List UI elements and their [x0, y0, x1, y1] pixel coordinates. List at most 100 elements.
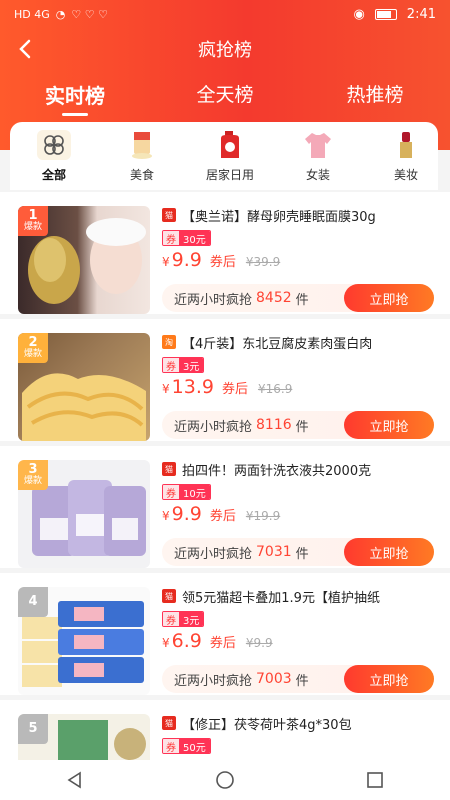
after-coupon-label: 券后 [209, 635, 236, 651]
buy-now-button[interactable]: 立即抢 [344, 284, 434, 312]
product-info: 猫 领5元猫超卡叠加1.9元【植护抽纸 券 3元 ¥ 6.9 券后 ¥9.9 近… [162, 587, 440, 695]
buy-row: 近两小时疯抢 7031 件 立即抢 [162, 538, 434, 566]
currency: ¥ [162, 508, 170, 523]
clothing-icon [301, 130, 335, 160]
tmall-icon: 猫 [162, 589, 176, 603]
price-row: ¥ 9.9 券后 ¥39.9 [162, 249, 440, 271]
hot-unit: 件 [295, 419, 309, 435]
rank-number: 4 [28, 593, 38, 609]
hot-label: 近两小时疯抢 [174, 673, 253, 689]
hot-unit: 件 [295, 292, 309, 308]
list-item[interactable]: 2 爆款 淘 【4斤装】东北豆腐皮素肉蛋白肉 券 3元 ¥ 13.9 券后 ¥1… [0, 319, 450, 441]
buy-now-button[interactable]: 立即抢 [344, 665, 434, 693]
product-info: 淘 【4斤装】东北豆腐皮素肉蛋白肉 券 3元 ¥ 13.9 券后 ¥16.9 近… [162, 333, 440, 441]
coupon-badge: 券 10元 [162, 484, 211, 500]
product-info: 猫 【奥兰诺】酵母卵壳睡眠面膜30g 券 30元 ¥ 9.9 券后 ¥39.9 … [162, 206, 440, 314]
category-home[interactable]: 居家日用 [186, 122, 274, 190]
system-home-button[interactable] [205, 765, 245, 795]
product-title-text: 拍四件！两面针洗衣液共2000克 [182, 463, 372, 479]
list-item[interactable]: 3 爆款 猫 拍四件！两面针洗衣液共2000克 券 10元 ¥ 9.9 券后 ¥… [0, 446, 450, 568]
rank-tabs: 实时榜 全天榜 热推榜 [0, 72, 450, 120]
product-title-text: 【奥兰诺】酵母卵壳睡眠面膜30g [182, 209, 376, 225]
after-coupon-label: 券后 [209, 254, 236, 270]
rank-tag: 爆款 [23, 349, 42, 360]
hot-label: 近两小时疯抢 [174, 419, 253, 435]
eye-icon: ◉ [353, 6, 365, 22]
tmall-icon: 猫 [162, 716, 176, 730]
list-item[interactable]: 4 猫 领5元猫超卡叠加1.9元【植护抽纸 券 3元 ¥ 6.9 券后 ¥9.9… [0, 573, 450, 695]
product-image: 1 爆款 [18, 206, 150, 314]
price-row: ¥ 6.9 券后 ¥9.9 [162, 630, 440, 652]
buy-row: 近两小时疯抢 8452 件 立即抢 [162, 284, 434, 312]
hot-count: 8452 [256, 290, 292, 306]
tmall-icon: 猫 [162, 462, 176, 476]
rank-tag: 爆款 [23, 222, 42, 233]
coupon-value: 30元 [179, 231, 210, 245]
clock: 2:41 [406, 6, 436, 22]
coupon-value: 3元 [179, 612, 204, 626]
buy-now-button[interactable]: 立即抢 [344, 538, 434, 566]
original-price: ¥19.9 [245, 508, 281, 523]
status-bar: HD 4G ◔ ♡ ♡ ♡ ◉ 2:41 [0, 0, 450, 28]
network-indicator: HD 4G [14, 7, 50, 21]
buy-row: 近两小时疯抢 7003 件 立即抢 [162, 665, 434, 693]
coupon-label: 券 [163, 358, 179, 372]
coupon-badge: 券 3元 [162, 611, 205, 627]
category-label: 全部 [41, 168, 66, 182]
original-price: ¥39.9 [245, 254, 281, 269]
list-item[interactable]: 5 猫 【修正】茯苓荷叶茶4g*30包 券 50元 [0, 700, 450, 760]
hot-label: 近两小时疯抢 [174, 292, 253, 308]
product-image: 3 爆款 [18, 460, 150, 568]
rank-badge: 1 爆款 [18, 206, 48, 236]
rank-number: 5 [28, 720, 38, 736]
category-all[interactable]: 全部 [10, 122, 98, 190]
product-title: 猫 【修正】茯苓荷叶茶4g*30包 [162, 714, 440, 732]
coupon-label: 券 [163, 612, 179, 626]
tmall-icon: 猫 [162, 208, 176, 222]
category-beauty[interactable]: 美妆 [362, 122, 438, 190]
tab-realtime[interactable]: 实时榜 [0, 72, 150, 120]
category-label: 美食 [129, 168, 154, 182]
after-coupon-label: 券后 [221, 381, 248, 397]
hot-unit: 件 [295, 673, 309, 689]
buy-now-button[interactable]: 立即抢 [344, 411, 434, 439]
currency: ¥ [162, 254, 170, 269]
tab-label: 全天榜 [196, 84, 254, 106]
lipstick-icon [389, 130, 423, 160]
back-button[interactable] [18, 32, 48, 66]
price: 13.9 [171, 375, 214, 398]
product-image: 2 爆款 [18, 333, 150, 441]
coupon-badge: 券 30元 [162, 230, 211, 246]
rank-badge: 5 [18, 714, 48, 744]
original-price: ¥16.9 [257, 381, 293, 396]
tab-label: 热推榜 [346, 84, 404, 106]
tab-indicator [62, 113, 88, 116]
tab-label: 实时榜 [45, 84, 105, 108]
system-back-button[interactable] [55, 765, 95, 795]
product-title-text: 【4斤装】东北豆腐皮素肉蛋白肉 [182, 336, 373, 352]
wifi-icon: ◔ [55, 7, 66, 21]
coupon-value: 10元 [179, 485, 210, 499]
after-coupon-label: 券后 [209, 508, 236, 524]
tab-allday[interactable]: 全天榜 [150, 72, 300, 120]
system-nav-bar [0, 760, 450, 800]
product-image: 5 [18, 714, 150, 760]
coupon-label: 券 [163, 485, 179, 499]
hot-count: 7031 [256, 544, 292, 560]
category-label: 美妆 [393, 168, 418, 182]
hot-count: 8116 [256, 417, 292, 433]
product-title: 猫 拍四件！两面针洗衣液共2000克 [162, 460, 440, 478]
price: 9.9 [171, 248, 202, 271]
list-item[interactable]: 1 爆款 猫 【奥兰诺】酵母卵壳睡眠面膜30g 券 30元 ¥ 9.9 券后 ¥… [0, 192, 450, 314]
buy-row: 近两小时疯抢 8116 件 立即抢 [162, 411, 434, 439]
product-title-text: 领5元猫超卡叠加1.9元【植护抽纸 [182, 590, 380, 606]
currency: ¥ [162, 381, 170, 396]
food-icon [125, 130, 159, 160]
product-title-text: 【修正】茯苓荷叶茶4g*30包 [182, 717, 352, 733]
system-recents-button[interactable] [355, 765, 395, 795]
category-women[interactable]: 女装 [274, 122, 362, 190]
category-food[interactable]: 美食 [98, 122, 186, 190]
tab-hot-recommend[interactable]: 热推榜 [300, 72, 450, 120]
price-row: ¥ 9.9 券后 ¥19.9 [162, 503, 440, 525]
product-title: 猫 【奥兰诺】酵母卵壳睡眠面膜30g [162, 206, 440, 224]
